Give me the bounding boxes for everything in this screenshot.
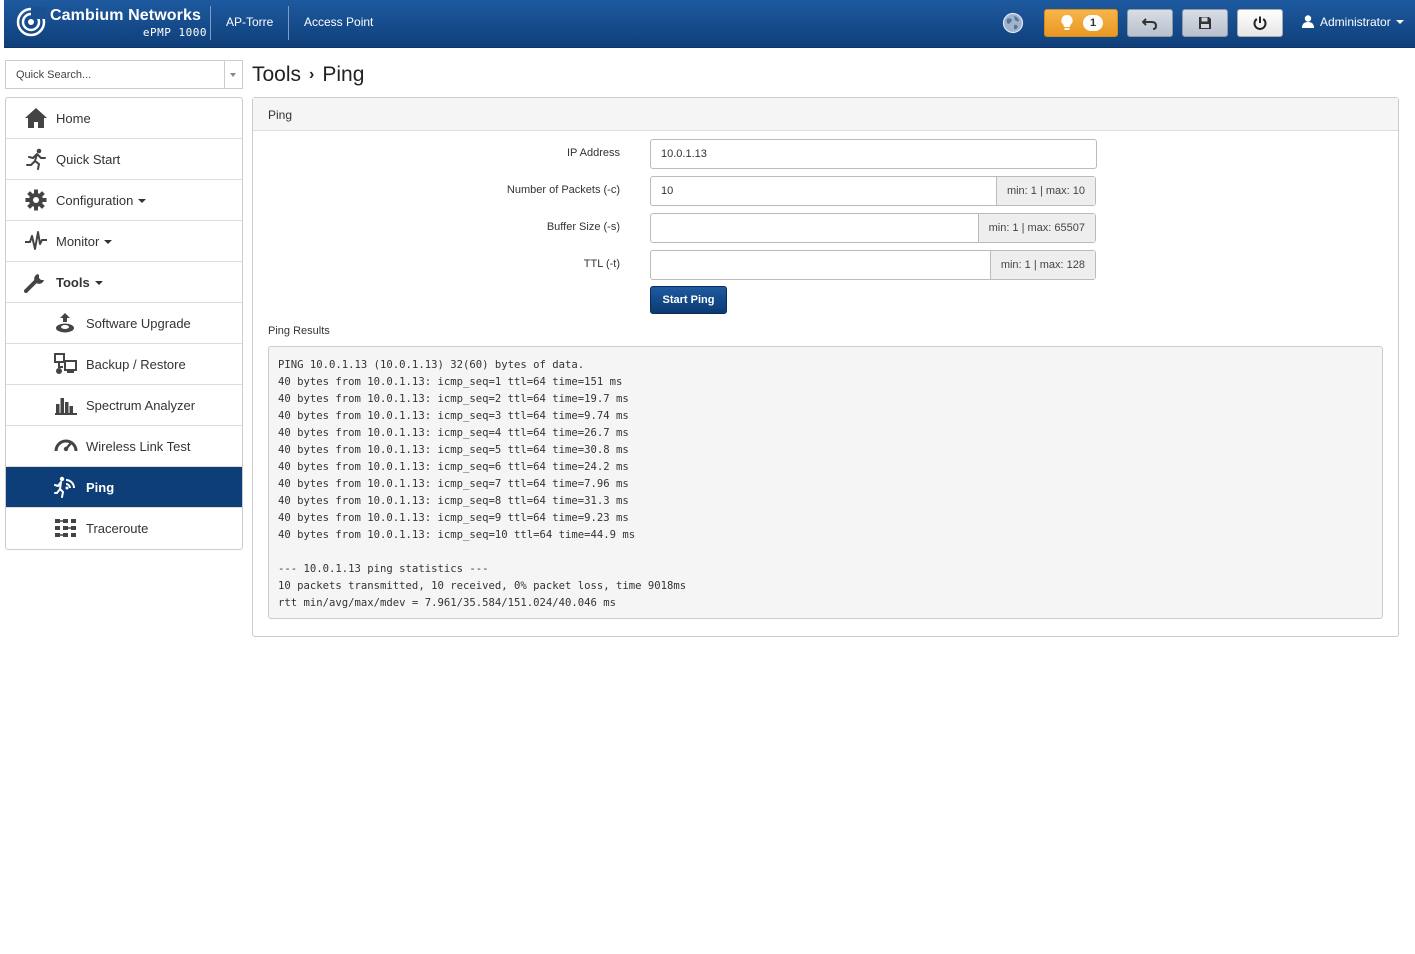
chevron-down-icon (104, 240, 113, 244)
power-button[interactable] (1237, 9, 1283, 37)
sidebar-item-label: Monitor (56, 234, 113, 249)
divider (210, 6, 211, 40)
sidebar-item-label: Tools (56, 275, 103, 290)
power-icon (1253, 16, 1267, 30)
device-name[interactable]: AP-Torre (226, 15, 273, 29)
sidebar-item-configuration[interactable]: Configuration (6, 180, 242, 221)
traceroute-icon (55, 519, 76, 537)
sidebar-item-software-upgrade[interactable]: Software Upgrade (6, 303, 242, 344)
start-ping-button[interactable]: Start Ping (650, 286, 727, 314)
quick-search-input[interactable] (6, 61, 226, 88)
brand[interactable]: Cambium Networks ePMP 1000 (14, 4, 211, 44)
ttl-label: TTL (-t) (583, 258, 620, 270)
sidebar-item-quick-start[interactable]: Quick Start (6, 139, 242, 180)
sidebar-item-label: Home (56, 111, 91, 126)
ping-icon (54, 476, 75, 498)
home-icon (25, 108, 47, 128)
chevron-right-icon: › (309, 66, 315, 83)
alert-count-badge: 1 (1083, 15, 1103, 31)
alerts-button[interactable]: 1 (1044, 9, 1118, 37)
runner-icon (26, 148, 46, 170)
sidebar-item-backup-restore[interactable]: Backup / Restore (6, 344, 242, 385)
gauge-icon (54, 439, 78, 452)
lightbulb-icon (1061, 15, 1073, 30)
page-title: Ping (322, 63, 365, 86)
quick-search[interactable] (5, 60, 243, 89)
chevron-down-icon (1395, 20, 1404, 24)
ttl-range-hint: min: 1 | max: 128 (989, 251, 1095, 279)
packets-row: Number of Packets (-c) min: 1 | max: 10 (253, 176, 1398, 206)
buffer-size-label: Buffer Size (-s) (546, 221, 620, 233)
user-name: Administrator (1320, 15, 1391, 29)
chevron-down-icon (94, 281, 103, 285)
sidebar-item-label: Quick Start (56, 152, 121, 167)
breadcrumb: Tools › Ping (252, 63, 364, 87)
sidebar-item-label: Traceroute (86, 521, 149, 536)
ping-results-label: Ping Results (268, 325, 330, 337)
chevron-down-icon (138, 199, 147, 203)
packets-input[interactable] (651, 177, 993, 205)
undo-button[interactable] (1127, 9, 1173, 37)
buffer-size-field[interactable]: min: 1 | max: 65507 (650, 213, 1096, 243)
ttl-input[interactable] (651, 251, 987, 279)
ip-address-row: IP Address (253, 139, 1398, 169)
brand-name: Cambium Networks (50, 7, 201, 24)
device-mode[interactable]: Access Point (304, 15, 373, 29)
ip-address-field[interactable] (650, 139, 1097, 169)
user-icon (1302, 15, 1314, 28)
sidebar-item-label: Software Upgrade (86, 316, 191, 331)
spectrum-icon (55, 398, 77, 415)
ip-address-input[interactable] (651, 140, 1096, 168)
gear-icon (25, 189, 47, 211)
sidebar-item-label: Ping (86, 480, 115, 495)
sidebar-item-ping[interactable]: Ping (6, 467, 242, 508)
sidebar-item-label: Configuration (56, 193, 147, 208)
top-navbar: Cambium Networks ePMP 1000 AP-Torre Acce… (4, 0, 1415, 48)
sidebar-item-wireless-link-test[interactable]: Wireless Link Test (6, 426, 242, 467)
sidebar-item-label: Wireless Link Test (86, 439, 191, 454)
sidebar-item-home[interactable]: Home (6, 98, 242, 139)
cambium-logo-icon (16, 7, 46, 37)
ip-address-label: IP Address (567, 147, 620, 159)
brand-model: ePMP 1000 (142, 26, 207, 39)
panel-title: Ping (253, 98, 1398, 131)
save-button[interactable] (1182, 9, 1228, 37)
packets-label: Number of Packets (-c) (506, 184, 620, 196)
ping-panel: Ping IP Address Number of Packets (-c) m… (252, 97, 1399, 637)
chevron-down-icon[interactable] (224, 61, 242, 88)
buffer-size-range-hint: min: 1 | max: 65507 (977, 214, 1095, 242)
globe-icon[interactable] (1002, 12, 1024, 34)
sidebar-item-spectrum-analyzer[interactable]: Spectrum Analyzer (6, 385, 242, 426)
buffer-size-input[interactable] (651, 214, 975, 242)
sidebar: Home Quick Start Configuration Monitor T… (5, 97, 243, 550)
undo-icon (1142, 18, 1158, 30)
sidebar-item-label: Backup / Restore (86, 357, 186, 372)
packets-range-hint: min: 1 | max: 10 (995, 177, 1095, 205)
wrench-icon (24, 274, 44, 293)
backup-icon (54, 353, 77, 374)
ttl-row: TTL (-t) min: 1 | max: 128 (253, 250, 1398, 280)
sidebar-item-traceroute[interactable]: Traceroute (6, 508, 242, 549)
breadcrumb-parent[interactable]: Tools (252, 63, 301, 86)
upgrade-icon (56, 313, 74, 333)
sidebar-item-tools[interactable]: Tools (6, 262, 242, 303)
packets-field[interactable]: min: 1 | max: 10 (650, 176, 1096, 206)
user-menu[interactable]: Administrator (1302, 15, 1404, 29)
save-icon (1199, 17, 1211, 29)
sidebar-item-label: Spectrum Analyzer (86, 398, 196, 413)
buffer-size-row: Buffer Size (-s) min: 1 | max: 65507 (253, 213, 1398, 243)
sidebar-item-monitor[interactable]: Monitor (6, 221, 242, 262)
divider (288, 6, 289, 40)
pulse-icon (25, 231, 47, 250)
ttl-field[interactable]: min: 1 | max: 128 (650, 250, 1096, 280)
ping-results-output: PING 10.0.1.13 (10.0.1.13) 32(60) bytes … (268, 346, 1383, 619)
